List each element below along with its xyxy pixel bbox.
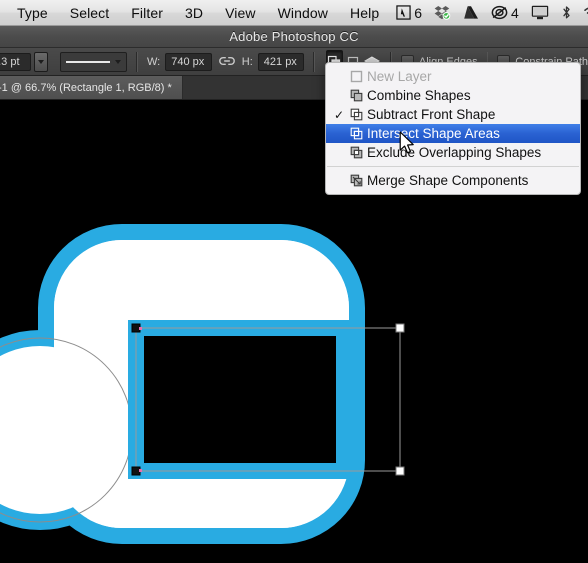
google-drive-icon[interactable] — [457, 0, 485, 25]
menu-type[interactable]: Type — [6, 0, 59, 25]
system-menu-bar: Type Select Filter 3D View Window Help 6 — [0, 0, 588, 26]
menu-3d[interactable]: 3D — [174, 0, 214, 25]
creative-cloud-badge-count: 4 — [511, 4, 519, 21]
stroke-size-dropdown-button[interactable] — [34, 51, 48, 72]
width-label: W: — [146, 55, 161, 68]
anchor-point-bottom-left — [139, 469, 142, 472]
document-tab[interactable]: -1 @ 66.7% (Rectangle 1, RGB/8) * — [0, 76, 183, 99]
menu-item-label: Intersect Shape Areas — [367, 126, 500, 141]
width-value: 740 px — [171, 55, 205, 68]
path-operations-menu: New Layer Combine Shapes ✓ Subtract Fron… — [325, 62, 581, 195]
selection-handle-bottom-left — [131, 466, 141, 476]
menu-item-subtract-front-shape[interactable]: ✓ Subtract Front Shape — [326, 105, 580, 124]
menu-window-label: Window — [277, 4, 329, 21]
display-icon[interactable] — [525, 0, 555, 25]
menu-help[interactable]: Help — [339, 0, 390, 25]
link-icon[interactable] — [218, 53, 235, 71]
new-layer-icon — [346, 70, 366, 83]
subtract-front-icon — [346, 108, 366, 121]
adobe-application-manager-icon[interactable]: 6 — [390, 0, 428, 25]
stroke-preview-line — [65, 60, 111, 63]
stroke-style-picker[interactable] — [59, 51, 128, 72]
app-title: Adobe Photoshop CC — [229, 29, 359, 44]
chevron-down-icon — [115, 59, 122, 64]
menu-item-combine-shapes[interactable]: Combine Shapes — [326, 86, 580, 105]
menu-type-label: Type — [17, 4, 48, 21]
stroke-size-value: 6.3 pt — [0, 55, 20, 68]
divider — [136, 51, 138, 72]
menu-view[interactable]: View — [214, 0, 267, 25]
anchor-point-top-left — [139, 327, 142, 330]
menu-item-label: Combine Shapes — [367, 88, 471, 103]
menu-item-label: Merge Shape Components — [367, 173, 529, 188]
selection-handle-top-right — [395, 323, 405, 333]
divider — [313, 51, 315, 72]
menu-item-intersect-shape-areas[interactable]: Intersect Shape Areas — [326, 124, 580, 143]
checkmark-icon: ✓ — [333, 107, 345, 122]
menu-filter-label: Filter — [131, 4, 163, 21]
document-tab-label: -1 @ 66.7% (Rectangle 1, RGB/8) * — [0, 81, 172, 94]
menu-filter[interactable]: Filter — [120, 0, 174, 25]
adobe-badge-count: 6 — [414, 4, 423, 21]
height-value: 421 px — [263, 55, 297, 68]
width-input[interactable]: 740 px — [165, 52, 212, 71]
selection-handle-top-left — [131, 323, 141, 333]
subtracted-rectangle — [128, 320, 352, 479]
menu-item-label: Subtract Front Shape — [367, 107, 496, 122]
menu-separator — [327, 166, 579, 167]
menu-view-label: View — [225, 4, 256, 21]
app-title-bar: Adobe Photoshop CC — [0, 26, 588, 48]
menu-3d-label: 3D — [185, 4, 204, 21]
bluetooth-icon[interactable] — [555, 0, 578, 25]
height-label: H: — [241, 55, 253, 68]
menu-window[interactable]: Window — [267, 0, 339, 25]
creative-cloud-icon[interactable]: 4 — [485, 0, 525, 25]
menu-item-label: New Layer — [367, 69, 432, 84]
menu-item-exclude-overlapping-shapes[interactable]: Exclude Overlapping Shapes — [326, 143, 580, 162]
merge-components-icon — [346, 174, 366, 187]
menu-item-new-layer[interactable]: New Layer — [326, 67, 580, 86]
menu-item-merge-shape-components[interactable]: Merge Shape Components — [326, 171, 580, 190]
selection-handle-bottom-right — [395, 466, 405, 476]
menu-select-label: Select — [69, 4, 110, 21]
menu-bar-items: Type Select Filter 3D View Window Help — [0, 0, 390, 25]
dropbox-icon[interactable] — [428, 0, 457, 25]
combine-shapes-icon — [346, 89, 366, 102]
intersect-shapes-icon — [346, 127, 366, 140]
exclude-overlap-icon — [346, 146, 366, 159]
menu-help-label: Help — [350, 4, 380, 21]
wifi-icon[interactable] — [578, 0, 588, 25]
menu-bar-status-items: 6 4 — [390, 0, 588, 25]
menu-select[interactable]: Select — [59, 0, 121, 25]
menu-item-label: Exclude Overlapping Shapes — [367, 145, 542, 160]
photoshop-window: Type Select Filter 3D View Window Help 6 — [0, 0, 588, 563]
stroke-size-input[interactable]: 6.3 pt — [0, 52, 32, 71]
height-input[interactable]: 421 px — [257, 52, 305, 71]
chevron-down-icon — [37, 59, 44, 64]
